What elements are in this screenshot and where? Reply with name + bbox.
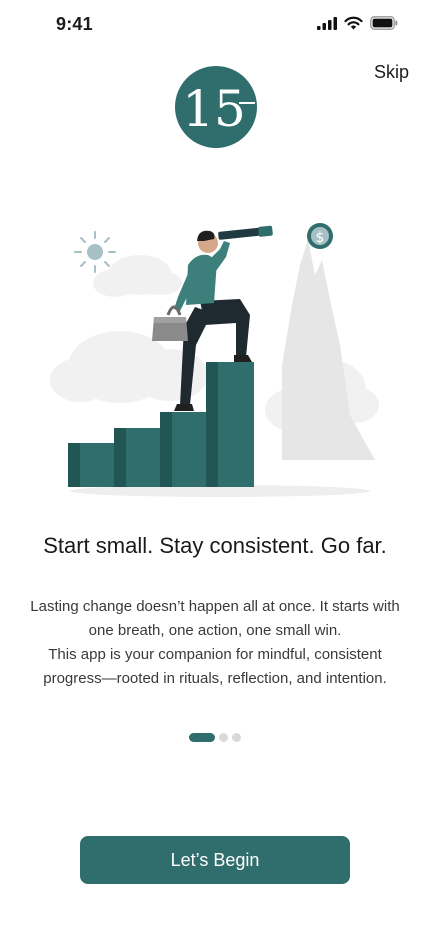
page-dot[interactable] [219,733,228,742]
skip-button[interactable]: Skip [374,62,409,83]
status-bar: 9:41 [0,0,430,50]
status-icons [317,16,398,30]
wifi-icon [344,16,363,30]
lets-begin-button[interactable]: Let’s Begin [80,836,350,884]
status-time: 9:41 [56,14,93,34]
page-dot-active[interactable] [189,733,215,742]
description-paragraph-1: Lasting change doesn’t happen all at onc… [30,598,400,639]
app-logo: 15 [175,66,257,148]
logo-text: 15 [182,80,246,138]
onboarding-illustration: $ [50,223,379,497]
onboarding-headline: Start small. Stay consistent. Go far. [43,533,387,558]
signal-icon [317,16,337,30]
page-dot[interactable] [232,733,241,742]
svg-text:$: $ [316,230,325,246]
dollar-coin-icon: $ [307,223,333,249]
telescope-icon [218,225,273,240]
description-paragraph-2: This app is your companion for mindful, … [43,646,387,687]
sun-icon [74,231,116,273]
battery-icon [370,16,398,30]
handbag-icon [152,305,188,341]
onboarding-description: Lasting change doesn’t happen all at onc… [20,595,410,691]
page-indicator [0,733,430,742]
background-tower [282,240,375,460]
